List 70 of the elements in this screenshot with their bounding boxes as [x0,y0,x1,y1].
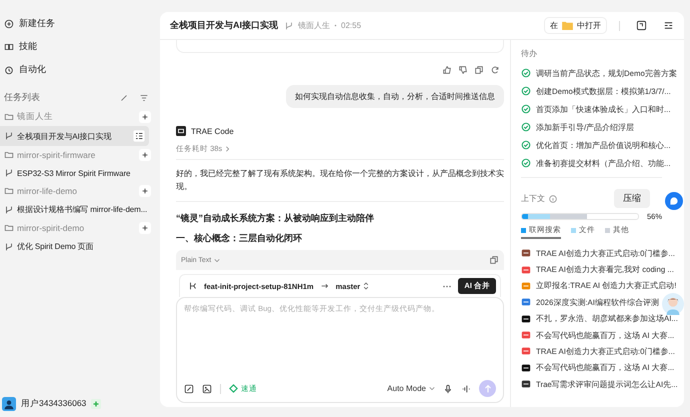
open-in-button[interactable]: 在 中打开 [544,17,607,34]
reply-text: 好的，我已经完整了解了现有系统架构。现在给你一个完整的方案设计，从产品概念到技术实现。 [176,168,504,193]
folder-icon [4,150,14,160]
elapsed-time: 02:55 [341,21,362,30]
chevron-down-icon [214,258,220,263]
avatar-icon[interactable] [2,397,16,411]
folder-icon [4,186,14,196]
branch-icon [284,20,294,30]
copy-icon[interactable] [489,255,499,266]
up-down-icon [363,282,370,290]
task-title: 全栈项目开发与AI接口实现 [170,19,278,32]
folder-icon [562,21,573,30]
project-name: 镜面人生 [298,20,330,31]
task-item[interactable]: 根据设计规格书编写 mirror-life-dem... [0,200,155,219]
task-item[interactable]: 优化 Spirit Demo 页面 [0,237,155,256]
branch-icon [4,242,14,252]
folder-icon [4,223,14,233]
chevron-down-icon [429,386,435,391]
thumbs-down-icon[interactable] [458,65,468,75]
nav-item[interactable]: 新建任务 [0,12,155,35]
book-icon [4,42,14,52]
mode-dropdown[interactable]: Auto Mode [387,384,435,393]
filter-icon[interactable] [139,92,149,102]
agent-logo-icon [176,126,186,136]
branch-icon [4,204,14,214]
plus-icon [141,151,149,159]
task-item[interactable]: ESP32-S3 Mirror Spirit Firmware [0,164,155,182]
reply-heading: “镜灵”自动成长系统方案：从被动响应到主动陪伴 [176,212,375,226]
user-message: 如何实现自动信息收集，自动，分析，合适时间推送信息 [286,85,504,108]
branch-icon [4,131,14,141]
nav-item[interactable]: 自动化 [0,58,155,81]
plus-icon [141,113,149,121]
refresh-icon[interactable] [490,65,500,75]
more-button[interactable] [442,284,452,288]
chevron-right-icon [225,146,230,152]
section-title: 任务列表 [4,91,40,104]
microphone-icon[interactable] [443,384,453,394]
separator-dot-icon [334,24,337,27]
user-name: 用户3434336063 [21,398,86,410]
add-task-button[interactable] [139,111,151,123]
waveform-icon[interactable] [461,384,471,394]
add-task-button[interactable] [139,185,151,197]
plus-icon [4,18,14,28]
plus-icon [141,224,149,232]
todo-title: 待办 [521,48,538,59]
collapse-icon[interactable] [119,92,129,102]
diamond-icon [229,384,238,393]
add-task-button[interactable] [139,149,151,161]
thumbs-up-icon[interactable] [442,65,452,75]
branch-icon [4,168,14,178]
plus-icon [141,187,149,195]
add-task-button[interactable] [139,222,151,234]
task-item[interactable]: 全栈项目开发与AI接口实现 [0,126,149,146]
list-icon[interactable] [133,130,145,142]
edit-icon[interactable] [184,384,194,394]
merge-icon [188,281,198,292]
chat-bubble-icon[interactable] [665,192,683,210]
info-icon[interactable] [548,194,558,204]
panel-icon[interactable] [636,20,647,31]
copy-icon[interactable] [474,65,484,75]
menu-icon[interactable] [663,20,674,31]
context-title: 上下文 [521,193,545,204]
clock-icon [4,64,14,74]
nav-item[interactable]: 技能 [0,35,155,58]
reply-subheading: 一、核心概念：三层自动化闭环 [176,232,303,246]
folder-icon [4,112,14,122]
compress-button[interactable]: 压缩 [614,189,650,208]
agent-name: TRAE Code [191,126,234,136]
image-icon[interactable] [202,384,212,394]
arrow-up-icon [482,384,492,394]
